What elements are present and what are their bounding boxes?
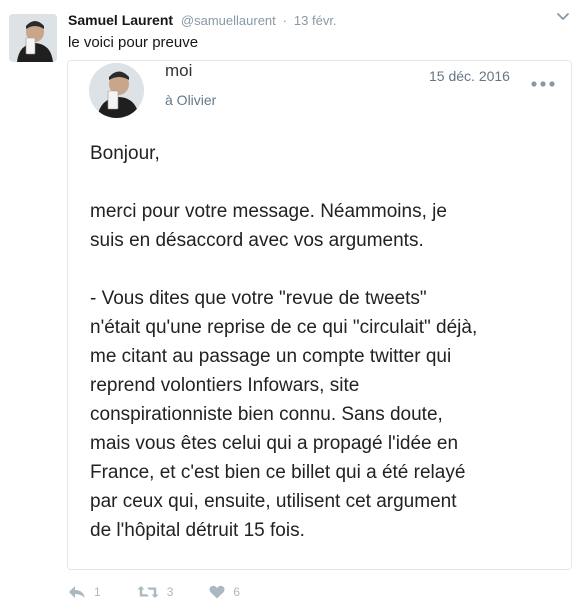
- tweet-text: le voici pour preuve: [68, 34, 199, 51]
- tweet-header: Samuel Laurent @samuellaurent · 13 févr.: [68, 12, 337, 28]
- tweet: Samuel Laurent @samuellaurent · 13 févr.…: [0, 0, 581, 610]
- more-dots-icon: [531, 74, 555, 87]
- author-name[interactable]: Samuel Laurent: [68, 12, 173, 28]
- retweet-icon: [137, 585, 159, 599]
- attached-screenshot[interactable]: moi à Olivier 15 déc. 2016 Bonjour, merc…: [67, 60, 572, 570]
- retweet-count: 3: [166, 585, 174, 599]
- reply-button[interactable]: 1: [68, 585, 101, 599]
- tweet-actions: 1 3 6: [68, 582, 276, 602]
- dm-line: suis en désaccord avec vos arguments.: [90, 230, 424, 251]
- dm-line: reprend volontiers Infowars, site: [90, 375, 360, 396]
- reply-count: 1: [94, 585, 101, 599]
- dm-line: de l'hôpital détruit 15 fois.: [90, 520, 305, 541]
- tweet-date[interactable]: 13 févr.: [294, 13, 337, 28]
- like-button[interactable]: 6: [209, 585, 240, 599]
- dm-line: - Vous dites que votre "revue de tweets": [90, 288, 427, 309]
- dm-date: 15 déc. 2016: [429, 68, 510, 84]
- dm-line: n'était qu'une reprise de ce qui "circul…: [90, 317, 478, 338]
- dm-recipient: à Olivier: [165, 92, 217, 108]
- separator: ·: [282, 13, 288, 28]
- heart-icon: [209, 585, 225, 599]
- reply-icon: [68, 585, 86, 599]
- author-handle[interactable]: @samuellaurent: [181, 13, 276, 28]
- author-avatar[interactable]: [9, 14, 57, 62]
- dm-line: par ceux qui, ensuite, utilisent cet arg…: [90, 491, 457, 512]
- dm-line: mais vous êtes celui qui a propagé l'idé…: [90, 433, 459, 454]
- dm-line: merci pour votre message. Néammoins, je: [90, 201, 447, 222]
- retweet-button[interactable]: 3: [137, 585, 174, 599]
- dm-line: conspirationniste bien connu. Sans doute…: [90, 404, 443, 425]
- like-count: 6: [233, 585, 241, 599]
- chevron-down-icon[interactable]: [555, 8, 571, 24]
- dm-greeting: Bonjour,: [90, 143, 160, 164]
- dm-line: France, et c'est bien ce billet qui a ét…: [90, 462, 466, 483]
- dm-sender-avatar: [89, 63, 144, 118]
- dm-body: Bonjour, merci pour votre message. Néamm…: [90, 139, 560, 545]
- dm-line: me citant au passage un compte twitter q…: [90, 346, 452, 367]
- dm-sender-name: moi: [165, 61, 193, 80]
